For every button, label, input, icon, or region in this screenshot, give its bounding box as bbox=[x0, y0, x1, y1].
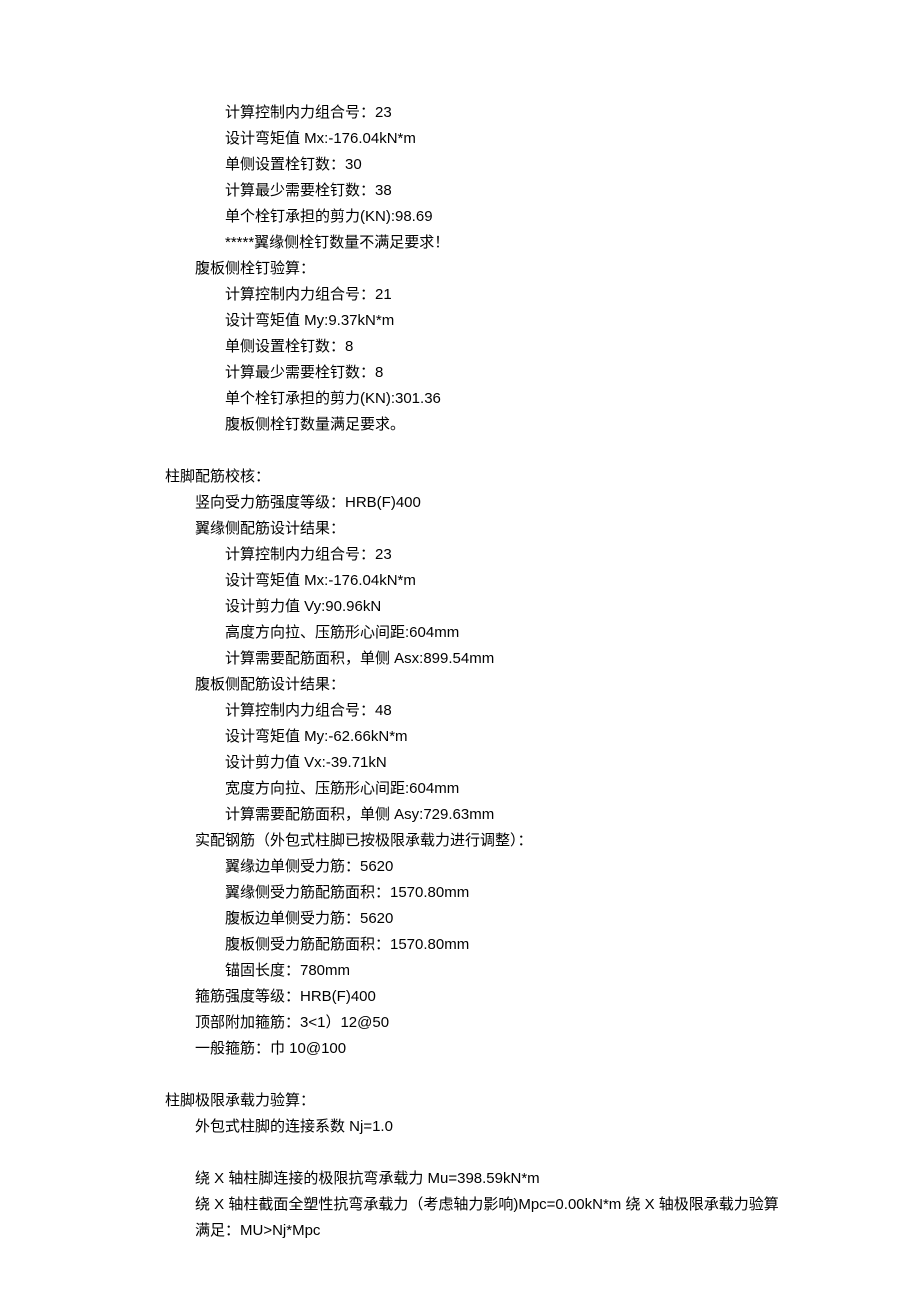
text-line: 满足：MU>Nj*Mpc bbox=[0, 1218, 920, 1244]
text-line: 绕 X 轴柱截面全塑性抗弯承载力（考虑轴力影响)Mpc=0.00kN*m 绕 X… bbox=[0, 1192, 920, 1218]
text-line: 计算最少需要栓钉数：8 bbox=[0, 360, 920, 386]
text-line: 箍筋强度等级：HRB(F)400 bbox=[0, 984, 920, 1010]
blank-line bbox=[0, 1140, 920, 1166]
text-line: 计算控制内力组合号：23 bbox=[0, 100, 920, 126]
text-line: 设计弯矩值 Mx:-176.04kN*m bbox=[0, 568, 920, 594]
text-line: 外包式柱脚的连接系数 Nj=1.0 bbox=[0, 1114, 920, 1140]
text-line: 翼缘边单侧受力筋：5620 bbox=[0, 854, 920, 880]
text-line: 设计弯矩值 My:9.37kN*m bbox=[0, 308, 920, 334]
text-line: 宽度方向拉、压筋形心间距:604mm bbox=[0, 776, 920, 802]
text-line: 顶部附加箍筋：3<1）12@50 bbox=[0, 1010, 920, 1036]
text-line: 腹板边单侧受力筋：5620 bbox=[0, 906, 920, 932]
document-page: 计算控制内力组合号：23 设计弯矩值 Mx:-176.04kN*m 单侧设置栓钉… bbox=[0, 100, 920, 1244]
text-line: 单个栓钉承担的剪力(KN):301.36 bbox=[0, 386, 920, 412]
text-line: 设计剪力值 Vy:90.96kN bbox=[0, 594, 920, 620]
text-line: 绕 X 轴柱脚连接的极限抗弯承载力 Mu=398.59kN*m bbox=[0, 1166, 920, 1192]
blank-line bbox=[0, 438, 920, 464]
text-line: 实配钢筋（外包式柱脚已按极限承载力进行调整）： bbox=[0, 828, 920, 854]
text-line: 计算需要配筋面积，单侧 Asx:899.54mm bbox=[0, 646, 920, 672]
text-line: 单个栓钉承担的剪力(KN):98.69 bbox=[0, 204, 920, 230]
text-line: *****翼缘侧栓钉数量不满足要求！ bbox=[0, 230, 920, 256]
text-line: 翼缘侧配筋设计结果： bbox=[0, 516, 920, 542]
text-line: 计算控制内力组合号：48 bbox=[0, 698, 920, 724]
text-line: 翼缘侧受力筋配筋面积：1570.80mm bbox=[0, 880, 920, 906]
text-line: 腹板侧栓钉数量满足要求。 bbox=[0, 412, 920, 438]
text-line: 腹板侧受力筋配筋面积：1570.80mm bbox=[0, 932, 920, 958]
text-line: 腹板侧配筋设计结果： bbox=[0, 672, 920, 698]
text-line: 锚固长度：780mm bbox=[0, 958, 920, 984]
text-line: 设计弯矩值 Mx:-176.04kN*m bbox=[0, 126, 920, 152]
section-heading: 柱脚极限承载力验算： bbox=[0, 1088, 920, 1114]
text-line: 设计剪力值 Vx:-39.71kN bbox=[0, 750, 920, 776]
text-line: 计算控制内力组合号：23 bbox=[0, 542, 920, 568]
text-line: 腹板侧栓钉验算： bbox=[0, 256, 920, 282]
text-line: 单侧设置栓钉数：8 bbox=[0, 334, 920, 360]
text-line: 竖向受力筋强度等级：HRB(F)400 bbox=[0, 490, 920, 516]
text-line: 计算控制内力组合号：21 bbox=[0, 282, 920, 308]
text-line: 一般箍筋：巾 10@100 bbox=[0, 1036, 920, 1062]
section-heading: 柱脚配筋校核： bbox=[0, 464, 920, 490]
text-line: 计算最少需要栓钉数：38 bbox=[0, 178, 920, 204]
text-line: 单侧设置栓钉数：30 bbox=[0, 152, 920, 178]
blank-line bbox=[0, 1062, 920, 1088]
text-line: 计算需要配筋面积，单侧 Asy:729.63mm bbox=[0, 802, 920, 828]
text-line: 高度方向拉、压筋形心间距:604mm bbox=[0, 620, 920, 646]
text-line: 设计弯矩值 My:-62.66kN*m bbox=[0, 724, 920, 750]
